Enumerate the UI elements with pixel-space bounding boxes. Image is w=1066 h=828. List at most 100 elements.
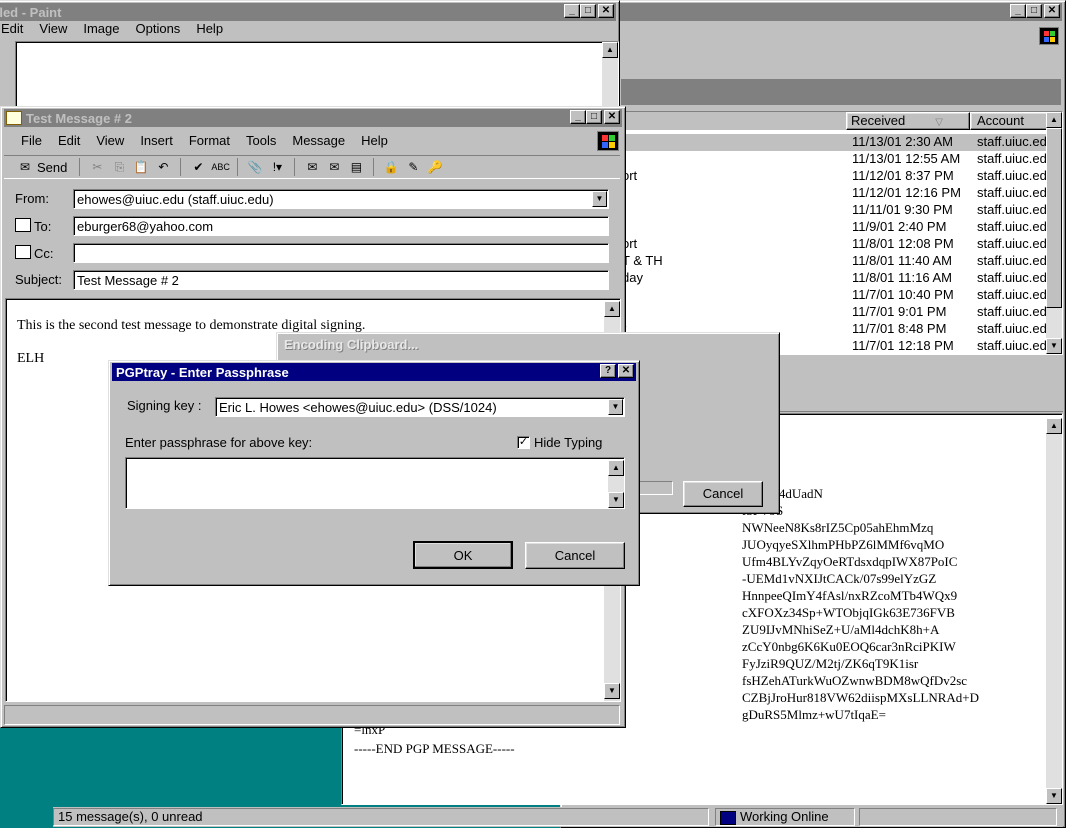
- paint-menu-edit[interactable]: Edit: [0, 21, 31, 36]
- account-column-header[interactable]: Account: [970, 112, 1050, 130]
- message-received: 11/7/01 9:01 PM: [852, 304, 947, 319]
- scroll-down-icon[interactable]: ▼: [604, 683, 620, 699]
- table-row[interactable]: 11/12/01 12:16 PM staff.uiuc.ed: [620, 185, 1048, 202]
- table-row[interactable]: 11/13/01 12:55 AM staff.uiuc.ed: [620, 151, 1048, 168]
- spelling-icon[interactable]: ABC: [211, 158, 230, 176]
- compose-menu-edit[interactable]: Edit: [50, 133, 88, 148]
- preview-scrollbar[interactable]: ▲ ▼: [1046, 418, 1062, 804]
- compose-menu-file[interactable]: File: [13, 133, 50, 148]
- preview-line: ZU9IJvMNhiSeZ+U/aMl4dchK8h+A: [742, 622, 940, 637]
- signing-key-label: Signing key :: [127, 398, 202, 413]
- table-row[interactable]: T & TH 11/8/01 11:40 AM staff.uiuc.ed: [620, 253, 1048, 270]
- pgp-encrypt-icon[interactable]: 🔒: [382, 158, 400, 176]
- minimize-icon[interactable]: _: [1010, 4, 1026, 18]
- cc-field[interactable]: [73, 243, 609, 263]
- subject-field[interactable]: Test Message # 2: [73, 270, 609, 290]
- received-column-header[interactable]: Received ▽: [846, 112, 970, 130]
- table-row[interactable]: 11/7/01 9:01 PM staff.uiuc.ed: [620, 304, 1048, 321]
- table-row[interactable]: day 11/8/01 11:16 AM staff.uiuc.ed: [620, 270, 1048, 287]
- compose-menu-insert[interactable]: Insert: [132, 133, 181, 148]
- address-book-icon: [15, 245, 31, 259]
- scroll-up-icon[interactable]: ▲: [602, 42, 618, 58]
- scroll-thumb[interactable]: [1046, 128, 1062, 308]
- scroll-up-icon[interactable]: ▲: [604, 301, 620, 317]
- table-row[interactable]: ort 11/12/01 8:37 PM staff.uiuc.ed: [620, 168, 1048, 185]
- maximize-icon[interactable]: □: [586, 110, 602, 124]
- scroll-up-icon[interactable]: ▲: [608, 460, 624, 476]
- paint-menu-view[interactable]: View: [31, 21, 75, 36]
- priority-icon[interactable]: !▾: [268, 158, 286, 176]
- paint-menu-help[interactable]: Help: [188, 21, 231, 36]
- copy-icon[interactable]: ⎘: [110, 158, 128, 176]
- compose-menu-help[interactable]: Help: [353, 133, 396, 148]
- paint-menu-options[interactable]: Options: [128, 21, 189, 36]
- attach-icon[interactable]: 📎: [246, 158, 264, 176]
- compose-menu-view[interactable]: View: [88, 133, 132, 148]
- paint-scrollbar[interactable]: ▲: [602, 42, 618, 114]
- status-online: Working Online: [715, 808, 855, 826]
- pgp-sign-icon[interactable]: ✎: [404, 158, 422, 176]
- pgp-keys-icon[interactable]: 🔑: [426, 158, 444, 176]
- scroll-up-icon[interactable]: ▲: [1046, 418, 1062, 434]
- to-label[interactable]: To:: [15, 218, 51, 234]
- compose-menu-format[interactable]: Format: [181, 133, 238, 148]
- message-received: 11/7/01 12:18 PM: [852, 338, 954, 353]
- checkbox-icon[interactable]: ✓: [517, 436, 530, 449]
- maximize-icon[interactable]: □: [1026, 4, 1042, 18]
- from-label: From:: [15, 191, 49, 206]
- scroll-down-icon[interactable]: ▼: [608, 492, 624, 508]
- offline-icon[interactable]: ▤: [347, 158, 365, 176]
- to-field[interactable]: eburger68@yahoo.com: [73, 216, 609, 236]
- close-icon[interactable]: ✕: [618, 364, 634, 378]
- message-subject-fragment: T & TH: [622, 253, 663, 268]
- send-button[interactable]: ✉ Send: [12, 158, 71, 176]
- passphrase-input[interactable]: ▲ ▼: [125, 457, 625, 509]
- ok-button[interactable]: OK: [413, 541, 513, 569]
- table-row[interactable]: 11/9/01 2:40 PM staff.uiuc.ed: [620, 219, 1048, 236]
- hide-typing-checkbox[interactable]: ✓ Hide Typing: [517, 435, 602, 450]
- message-list-scrollbar[interactable]: ▲ ▼: [1046, 112, 1062, 354]
- maximize-icon[interactable]: □: [580, 4, 596, 18]
- minimize-icon[interactable]: _: [564, 4, 580, 18]
- windows-logo-icon: [597, 131, 619, 151]
- preview-line: Ufm4BLYvZqyOeRTdsxdqpIWX87PoIC: [742, 554, 958, 569]
- table-row[interactable]: 11/13/01 2:30 AM staff.uiuc.ed: [620, 134, 1048, 151]
- check-names-icon[interactable]: ✔: [189, 158, 207, 176]
- compose-menu-tools[interactable]: Tools: [238, 133, 284, 148]
- help-icon[interactable]: ?: [600, 364, 616, 378]
- message-account: staff.uiuc.ed: [977, 270, 1047, 285]
- cc-label[interactable]: Cc:: [15, 245, 54, 261]
- sign-icon[interactable]: ✉: [303, 158, 321, 176]
- cut-icon[interactable]: ✂: [88, 158, 106, 176]
- paste-icon[interactable]: 📋: [132, 158, 150, 176]
- table-row[interactable]: 11/7/01 10:40 PM staff.uiuc.ed: [620, 287, 1048, 304]
- sort-arrow-icon: ▽: [935, 117, 943, 128]
- table-row[interactable]: 11/11/01 9:30 PM staff.uiuc.ed: [620, 202, 1048, 219]
- passphrase-scrollbar[interactable]: ▲ ▼: [608, 460, 624, 508]
- scroll-down-icon[interactable]: ▼: [1046, 788, 1062, 804]
- message-account: staff.uiuc.ed: [977, 304, 1047, 319]
- paint-menu-image[interactable]: Image: [75, 21, 127, 36]
- close-icon[interactable]: ✕: [598, 4, 614, 18]
- encoding-cancel-button[interactable]: Cancel: [683, 481, 763, 507]
- encrypt-icon[interactable]: ✉: [325, 158, 343, 176]
- table-row[interactable]: ort 11/8/01 12:08 PM staff.uiuc.ed: [620, 236, 1048, 253]
- status-bar: 15 message(s), 0 unread Working Online: [53, 807, 1063, 827]
- preview-line: NWNeeN8Ks8rIZ5Cp05ahEhmMzq: [742, 520, 934, 535]
- chevron-down-icon[interactable]: ▼: [592, 191, 607, 207]
- message-list[interactable]: Received ▽ Account 11/13/01 2:30 AM staff.…: [619, 111, 1063, 355]
- close-icon[interactable]: ✕: [604, 110, 620, 124]
- close-icon[interactable]: ✕: [1044, 4, 1060, 18]
- scroll-up-icon[interactable]: ▲: [1046, 112, 1062, 128]
- chevron-down-icon[interactable]: ▼: [608, 399, 623, 415]
- from-field[interactable]: ehowes@uiuc.edu (staff.uiuc.edu) ▼: [73, 189, 609, 209]
- message-account: staff.uiuc.ed: [977, 185, 1047, 200]
- paint-canvas[interactable]: ▲: [15, 41, 619, 114]
- undo-icon[interactable]: ↶: [154, 158, 172, 176]
- signing-key-select[interactable]: Eric L. Howes <ehowes@uiuc.edu> (DSS/102…: [215, 397, 625, 417]
- minimize-icon[interactable]: _: [570, 110, 586, 124]
- cancel-button[interactable]: Cancel: [525, 542, 625, 569]
- scroll-down-icon[interactable]: ▼: [1046, 338, 1062, 354]
- message-received: 11/13/01 12:55 AM: [852, 151, 961, 166]
- compose-menu-message[interactable]: Message: [284, 133, 353, 148]
